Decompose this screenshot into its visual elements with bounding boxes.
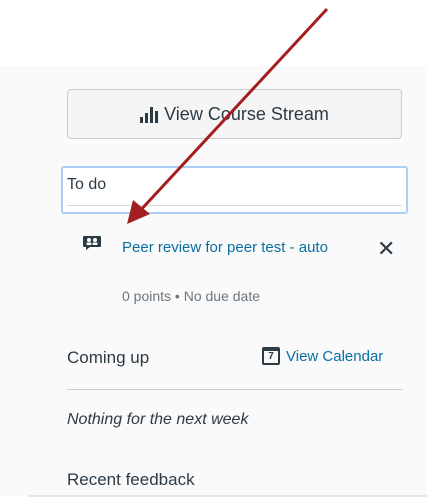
- bar-chart-icon: [140, 105, 160, 123]
- coming-up-heading: Coming up: [67, 348, 150, 367]
- todo-header: To do: [61, 166, 408, 214]
- bottom-divider: [28, 495, 427, 497]
- todo-divider: [67, 205, 402, 206]
- view-course-stream-label: View Course Stream: [164, 103, 329, 124]
- view-calendar-link[interactable]: 7 View Calendar: [262, 347, 383, 365]
- dismiss-close-icon[interactable]: ✕: [377, 238, 395, 260]
- peer-review-icon: [83, 236, 101, 250]
- todo-item: Peer review for peer test - auto 0 point…: [80, 232, 410, 312]
- view-calendar-label: View Calendar: [286, 347, 384, 365]
- coming-up-divider: [67, 389, 403, 390]
- view-course-stream-button[interactable]: View Course Stream: [67, 89, 402, 139]
- page-top: [0, 0, 427, 66]
- todo-item-meta: 0 points • No due date: [122, 288, 260, 304]
- coming-up-empty-text: Nothing for the next week: [67, 411, 249, 428]
- todo-item-link[interactable]: Peer review for peer test - auto: [122, 236, 352, 260]
- calendar-icon: 7: [262, 347, 280, 365]
- recent-feedback-heading: Recent feedback: [67, 470, 195, 489]
- todo-heading: To do: [67, 176, 107, 193]
